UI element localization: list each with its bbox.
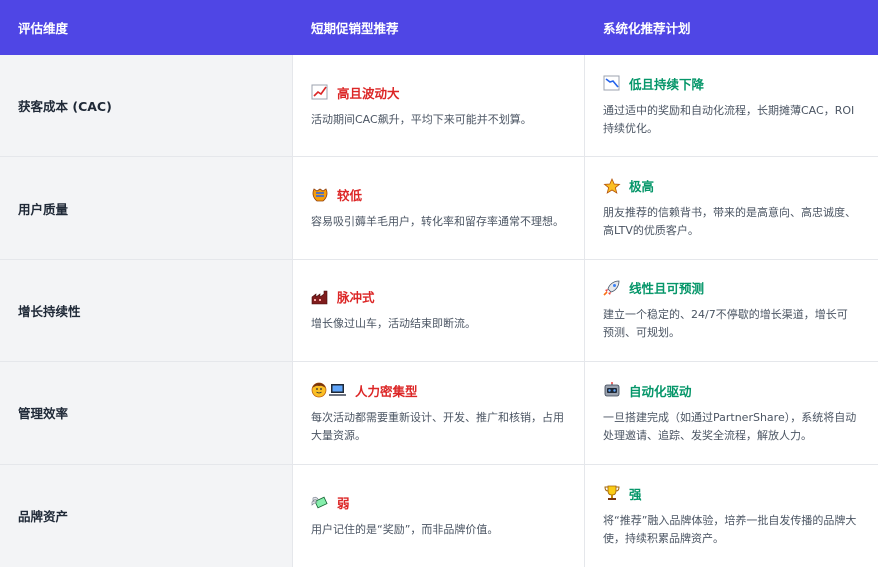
systematic-cell: 强 将“推荐”融入品牌体验，培养一批自发传播的品牌大使，持续积累品牌资产。 <box>585 465 878 567</box>
row-dimension: 管理效率 <box>0 362 293 464</box>
systematic-cell: 线性且可预测 建立一个稳定的、24/7不停歇的增长渠道，增长可预测、可规划。 <box>585 260 878 361</box>
header-short-term: 短期促销型推荐 <box>311 21 399 36</box>
table-row: 管理效率 人力密集型 每次活动都需要重新设计、开发、推广和核销，占用大量资源。 … <box>0 362 878 465</box>
systematic-desc: 通过适中的奖励和自动化流程，长期摊薄CAC，ROI持续优化。 <box>603 103 855 135</box>
systematic-desc: 朋友推荐的信赖背书，带来的是高意向、高忠诚度、高LTV的优质客户。 <box>603 206 856 238</box>
short-term-cell: 高且波动大 活动期间CAC飙升，平均下来可能并不划算。 <box>293 55 585 157</box>
short-term-title: 人力密集型 <box>311 381 564 400</box>
money-wings-icon <box>311 494 329 510</box>
chart-up-icon <box>311 84 329 100</box>
star-icon <box>603 177 621 194</box>
trophy-icon <box>603 485 621 501</box>
comparison-table: 评估维度 短期促销型推荐 系统化推荐计划 获客成本 (CAC) 高且波动大 活动… <box>0 0 878 567</box>
row-dimension: 用户质量 <box>0 157 293 259</box>
systematic-title: 线性且可预测 <box>603 278 858 297</box>
chart-down-icon <box>603 75 621 91</box>
row-dimension: 品牌资产 <box>0 464 293 567</box>
header-dimension: 评估维度 <box>18 21 69 36</box>
systematic-title: 极高 <box>603 176 858 195</box>
short-term-desc: 容易吸引薅羊毛用户，转化率和留存率通常不理想。 <box>311 215 564 229</box>
short-term-desc: 活动期间CAC飙升，平均下来可能并不划算。 <box>311 112 532 126</box>
rocket-icon <box>603 280 621 296</box>
person-computer-icon <box>311 382 347 398</box>
row-dimension: 获客成本 (CAC) <box>0 55 293 157</box>
short-term-desc: 增长像过山车，活动结束即断流。 <box>311 317 476 331</box>
robot-icon <box>603 382 621 398</box>
header-systematic: 系统化推荐计划 <box>603 21 691 36</box>
systematic-desc: 建立一个稳定的、24/7不停歇的增长渠道，增长可预测、可规划。 <box>603 308 848 340</box>
systematic-cell: 极高 朋友推荐的信赖背书，带来的是高意向、高忠诚度、高LTV的优质客户。 <box>585 157 878 258</box>
systematic-desc: 将“推荐”融入品牌体验，培养一批自发传播的品牌大使，持续积累品牌资产。 <box>603 513 857 545</box>
short-term-cell: 脉冲式 增长像过山车，活动结束即断流。 <box>293 259 585 362</box>
systematic-desc: 一旦搭建完成（如通过PartnerShare），系统将自动处理邀请、追踪、发奖全… <box>603 410 857 442</box>
short-term-desc: 每次活动都需要重新设计、开发、推广和核销，占用大量资源。 <box>311 410 564 442</box>
short-term-desc: 用户记住的是“奖励”，而非品牌价值。 <box>311 522 499 536</box>
table-row: 用户质量 较低 容易吸引薅羊毛用户，转化率和留存率通常不理想。 极高 朋友推荐的… <box>0 157 878 260</box>
table-row: 获客成本 (CAC) 高且波动大 活动期间CAC飙升，平均下来可能并不划算。 低… <box>0 55 878 158</box>
short-term-title: 弱 <box>311 493 564 512</box>
systematic-cell: 自动化驱动 一旦搭建完成（如通过PartnerShare），系统将自动处理邀请、… <box>585 362 878 463</box>
table-header: 评估维度 短期促销型推荐 系统化推荐计划 <box>0 0 878 55</box>
factory-icon <box>311 289 329 305</box>
short-term-cell: 人力密集型 每次活动都需要重新设计、开发、推广和核销，占用大量资源。 <box>293 362 585 464</box>
short-term-title: 高且波动大 <box>311 83 564 102</box>
systematic-title: 自动化驱动 <box>603 381 858 400</box>
systematic-title: 强 <box>603 484 858 503</box>
wool-icon <box>311 187 329 203</box>
systematic-title: 低且持续下降 <box>603 74 858 93</box>
row-dimension: 增长持续性 <box>0 259 293 362</box>
table-row: 品牌资产 弱 用户记住的是“奖励”，而非品牌价值。 强 将“推荐”融入品牌体验，… <box>0 464 878 567</box>
short-term-title: 脉冲式 <box>311 287 564 306</box>
systematic-cell: 低且持续下降 通过适中的奖励和自动化流程，长期摊薄CAC，ROI持续优化。 <box>585 55 878 156</box>
table-row: 增长持续性 脉冲式 增长像过山车，活动结束即断流。 线性且可预测 建立一个稳定的… <box>0 259 878 363</box>
short-term-cell: 弱 用户记住的是“奖励”，而非品牌价值。 <box>293 464 585 567</box>
short-term-title: 较低 <box>311 185 564 204</box>
short-term-cell: 较低 容易吸引薅羊毛用户，转化率和留存率通常不理想。 <box>293 157 585 259</box>
